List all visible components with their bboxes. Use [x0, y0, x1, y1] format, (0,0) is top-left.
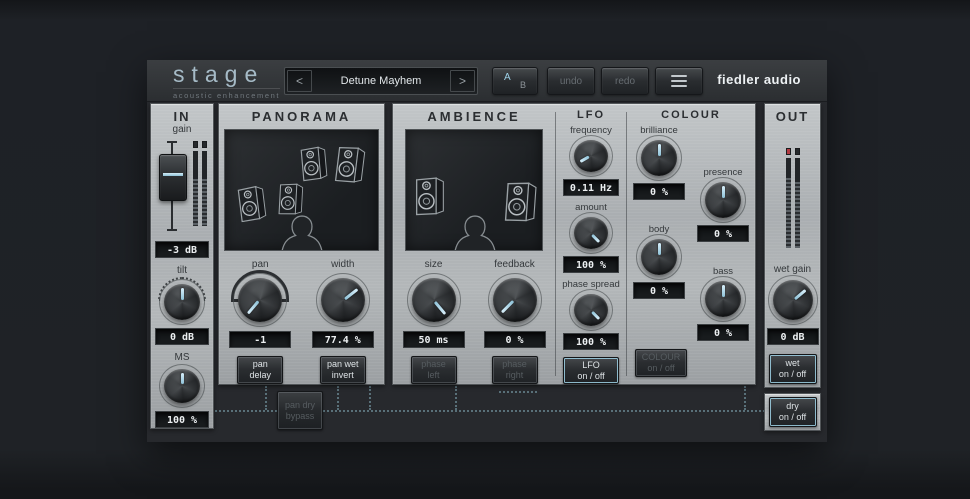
panorama-panel: PANORAMA pan -1 pan delay width 77.4 % p…: [218, 103, 385, 385]
wet-on-off-button[interactable]: wet on / off: [768, 354, 817, 384]
wet-gain-label: wet gain: [773, 264, 812, 275]
phase-right-button[interactable]: phase right: [491, 356, 538, 384]
panorama-title: PANORAMA: [251, 109, 352, 124]
brilliance-value: 0 %: [633, 183, 685, 200]
pan-value: -1: [229, 331, 292, 348]
brilliance-knob[interactable]: [636, 135, 682, 181]
speaker-icon: [414, 174, 446, 216]
pan-wet-invert-button[interactable]: pan wet invert: [319, 356, 366, 384]
in-panel: IN gain -3 dB tilt 0 dB MS 100 %: [150, 103, 214, 429]
signal-path-connector: [337, 386, 339, 410]
colour-on-off-button[interactable]: COLOUR on / off: [635, 349, 687, 377]
redo-button[interactable]: redo: [601, 67, 649, 95]
out-title: OUT: [775, 109, 810, 124]
signal-path-connector: [455, 386, 457, 410]
ms-knob[interactable]: [159, 364, 205, 408]
header-bar: stage acoustic enhancement < Detune Mayh…: [147, 60, 827, 102]
ab-a-label: A: [504, 72, 511, 83]
signal-path-connector: [744, 386, 746, 410]
panorama-visualization: [224, 129, 379, 251]
plugin-window: stage acoustic enhancement < Detune Mayh…: [147, 60, 827, 442]
ambience-title: AMBIENCE: [427, 109, 521, 124]
clip-indicator-right: [794, 148, 800, 155]
signal-path-line: [155, 410, 765, 412]
tilt-label: tilt: [177, 265, 187, 276]
logo: stage acoustic enhancement: [173, 61, 281, 100]
presence-knob[interactable]: [700, 177, 746, 223]
ms-value: 100 %: [155, 411, 209, 428]
speaker-icon: [503, 178, 540, 223]
ab-compare-button[interactable]: A B: [492, 67, 538, 95]
brand-name: fiedler audio: [717, 72, 801, 87]
signal-path-connector: [369, 386, 371, 410]
width-label: width: [331, 259, 355, 270]
lfo-amount-value: 100 %: [563, 256, 619, 274]
signal-path-connector: [265, 386, 267, 410]
pan-knob[interactable]: [233, 273, 288, 327]
menu-button[interactable]: [655, 67, 703, 95]
lfo-on-off-button[interactable]: LFO on / off: [563, 357, 619, 384]
bass-value: 0 %: [697, 324, 749, 341]
listener-icon: [446, 214, 504, 251]
signal-path-stub: [499, 391, 537, 393]
preset-prev-button[interactable]: <: [287, 70, 312, 92]
dry-panel: dry on / off: [764, 393, 821, 431]
size-value: 50 ms: [402, 331, 465, 348]
body-value: 0 %: [633, 282, 685, 299]
out-panel: OUT wet gain 0 dB wet on / off: [764, 103, 821, 388]
clip-indicator-left: [785, 148, 791, 155]
pan-delay-button[interactable]: pan delay: [237, 356, 284, 384]
wet-gain-value: 0 dB: [766, 328, 819, 345]
lfo-title: LFO: [577, 109, 605, 121]
undo-button[interactable]: undo: [547, 67, 595, 95]
in-title: IN: [173, 109, 191, 124]
out-meters: [785, 148, 800, 248]
logo-tagline: acoustic enhancement: [173, 88, 281, 100]
width-knob[interactable]: [315, 273, 370, 327]
tilt-value: 0 dB: [155, 328, 209, 345]
speaker-icon: [276, 180, 306, 215]
in-gain-value: -3 dB: [155, 241, 209, 258]
feedback-label: feedback: [494, 259, 535, 270]
ms-label: MS: [174, 352, 190, 363]
phase-left-button[interactable]: phase left: [410, 356, 457, 384]
preset-next-button[interactable]: >: [450, 70, 475, 92]
ab-b-label: B: [519, 80, 526, 90]
wet-gain-knob[interactable]: [767, 275, 818, 325]
preset-browser: < Detune Mayhem >: [284, 67, 478, 95]
body-knob[interactable]: [636, 234, 682, 280]
ambience-visualization: [405, 129, 543, 251]
size-knob[interactable]: [406, 273, 461, 327]
colour-title: COLOUR: [661, 109, 721, 121]
in-gain-fader[interactable]: [157, 141, 187, 231]
lfo-phase-spread-knob[interactable]: [569, 289, 613, 332]
in-gain-label: gain: [172, 124, 192, 135]
speaker-icon: [298, 143, 329, 182]
tilt-knob[interactable]: [159, 279, 205, 325]
ambience-panel: AMBIENCE size 50 ms phase left feedback …: [392, 103, 756, 385]
lfo-frequency-knob[interactable]: [569, 134, 613, 178]
lfo-frequency-value: 0.11 Hz: [563, 179, 619, 197]
feedback-knob[interactable]: [487, 273, 542, 327]
lfo-amount-knob[interactable]: [569, 212, 613, 255]
logo-text: stage: [173, 61, 265, 87]
bass-knob[interactable]: [700, 276, 746, 322]
in-gain-fader-handle[interactable]: [159, 154, 187, 201]
hamburger-icon: [671, 75, 687, 87]
pan-label: pan: [251, 259, 269, 270]
speaker-icon: [233, 182, 271, 223]
size-label: size: [424, 259, 443, 270]
listener-icon: [273, 214, 331, 251]
dry-on-off-button[interactable]: dry on / off: [768, 397, 817, 427]
lfo-phase-spread-value: 100 %: [563, 333, 619, 351]
presence-value: 0 %: [697, 225, 749, 242]
speaker-icon: [333, 142, 369, 184]
pan-dry-bypass-button[interactable]: pan dry bypass: [277, 391, 323, 430]
width-value: 77.4 %: [311, 331, 374, 348]
preset-name[interactable]: Detune Mayhem: [314, 68, 448, 94]
feedback-value: 0 %: [483, 331, 546, 348]
in-meters: [193, 141, 207, 226]
